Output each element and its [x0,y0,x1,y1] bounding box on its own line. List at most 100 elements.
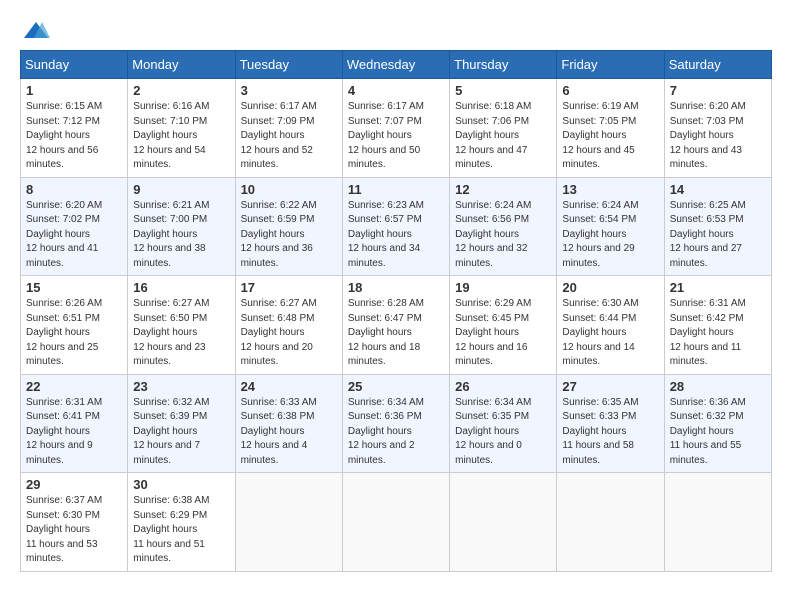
day-number: 20 [562,280,658,295]
calendar-cell: 15 Sunrise: 6:26 AM Sunset: 6:51 PM Dayl… [21,276,128,375]
day-info: Sunrise: 6:26 AM Sunset: 6:51 PM Dayligh… [26,297,122,370]
weekday-header-wednesday: Wednesday [342,51,449,79]
day-info: Sunrise: 6:19 AM Sunset: 7:05 PM Dayligh… [562,100,658,173]
day-info: Sunrise: 6:22 AM Sunset: 6:59 PM Dayligh… [241,199,337,272]
day-info: Sunrise: 6:20 AM Sunset: 7:03 PM Dayligh… [670,100,766,173]
day-info: Sunrise: 6:31 AM Sunset: 6:42 PM Dayligh… [670,297,766,370]
day-number: 3 [241,83,337,98]
day-info: Sunrise: 6:23 AM Sunset: 6:57 PM Dayligh… [348,199,444,272]
calendar-cell: 28 Sunrise: 6:36 AM Sunset: 6:32 PM Dayl… [664,374,771,473]
calendar-cell: 8 Sunrise: 6:20 AM Sunset: 7:02 PM Dayli… [21,177,128,276]
day-number: 6 [562,83,658,98]
calendar-cell: 11 Sunrise: 6:23 AM Sunset: 6:57 PM Dayl… [342,177,449,276]
calendar-cell [557,473,664,572]
calendar-cell: 30 Sunrise: 6:38 AM Sunset: 6:29 PM Dayl… [128,473,235,572]
day-number: 24 [241,379,337,394]
day-number: 2 [133,83,229,98]
day-info: Sunrise: 6:24 AM Sunset: 6:54 PM Dayligh… [562,199,658,272]
logo [20,20,52,40]
calendar-cell: 17 Sunrise: 6:27 AM Sunset: 6:48 PM Dayl… [235,276,342,375]
day-number: 1 [26,83,122,98]
calendar-cell: 12 Sunrise: 6:24 AM Sunset: 6:56 PM Dayl… [450,177,557,276]
day-number: 29 [26,477,122,492]
calendar-cell [450,473,557,572]
day-number: 7 [670,83,766,98]
day-info: Sunrise: 6:27 AM Sunset: 6:50 PM Dayligh… [133,297,229,370]
calendar-cell: 16 Sunrise: 6:27 AM Sunset: 6:50 PM Dayl… [128,276,235,375]
calendar-row: 29 Sunrise: 6:37 AM Sunset: 6:30 PM Dayl… [21,473,772,572]
day-number: 9 [133,182,229,197]
weekday-header-sunday: Sunday [21,51,128,79]
calendar-cell: 18 Sunrise: 6:28 AM Sunset: 6:47 PM Dayl… [342,276,449,375]
calendar-cell: 13 Sunrise: 6:24 AM Sunset: 6:54 PM Dayl… [557,177,664,276]
calendar-cell: 27 Sunrise: 6:35 AM Sunset: 6:33 PM Dayl… [557,374,664,473]
calendar-cell: 3 Sunrise: 6:17 AM Sunset: 7:09 PM Dayli… [235,79,342,178]
day-info: Sunrise: 6:38 AM Sunset: 6:29 PM Dayligh… [133,494,229,567]
weekday-header-tuesday: Tuesday [235,51,342,79]
calendar-cell: 29 Sunrise: 6:37 AM Sunset: 6:30 PM Dayl… [21,473,128,572]
day-number: 14 [670,182,766,197]
day-info: Sunrise: 6:32 AM Sunset: 6:39 PM Dayligh… [133,396,229,469]
day-info: Sunrise: 6:15 AM Sunset: 7:12 PM Dayligh… [26,100,122,173]
day-number: 25 [348,379,444,394]
day-info: Sunrise: 6:30 AM Sunset: 6:44 PM Dayligh… [562,297,658,370]
day-number: 17 [241,280,337,295]
calendar-cell: 1 Sunrise: 6:15 AM Sunset: 7:12 PM Dayli… [21,79,128,178]
day-number: 30 [133,477,229,492]
calendar-cell: 10 Sunrise: 6:22 AM Sunset: 6:59 PM Dayl… [235,177,342,276]
calendar-cell: 23 Sunrise: 6:32 AM Sunset: 6:39 PM Dayl… [128,374,235,473]
day-info: Sunrise: 6:27 AM Sunset: 6:48 PM Dayligh… [241,297,337,370]
calendar-cell: 21 Sunrise: 6:31 AM Sunset: 6:42 PM Dayl… [664,276,771,375]
calendar-row: 22 Sunrise: 6:31 AM Sunset: 6:41 PM Dayl… [21,374,772,473]
weekday-header-thursday: Thursday [450,51,557,79]
day-number: 11 [348,182,444,197]
calendar-cell [235,473,342,572]
calendar-cell: 5 Sunrise: 6:18 AM Sunset: 7:06 PM Dayli… [450,79,557,178]
day-info: Sunrise: 6:28 AM Sunset: 6:47 PM Dayligh… [348,297,444,370]
day-number: 4 [348,83,444,98]
calendar-cell: 4 Sunrise: 6:17 AM Sunset: 7:07 PM Dayli… [342,79,449,178]
day-number: 5 [455,83,551,98]
calendar-cell: 2 Sunrise: 6:16 AM Sunset: 7:10 PM Dayli… [128,79,235,178]
day-info: Sunrise: 6:31 AM Sunset: 6:41 PM Dayligh… [26,396,122,469]
day-info: Sunrise: 6:17 AM Sunset: 7:07 PM Dayligh… [348,100,444,173]
calendar-cell: 19 Sunrise: 6:29 AM Sunset: 6:45 PM Dayl… [450,276,557,375]
day-info: Sunrise: 6:29 AM Sunset: 6:45 PM Dayligh… [455,297,551,370]
day-number: 12 [455,182,551,197]
weekday-header-monday: Monday [128,51,235,79]
calendar-cell: 14 Sunrise: 6:25 AM Sunset: 6:53 PM Dayl… [664,177,771,276]
calendar-cell: 22 Sunrise: 6:31 AM Sunset: 6:41 PM Dayl… [21,374,128,473]
calendar-cell: 9 Sunrise: 6:21 AM Sunset: 7:00 PM Dayli… [128,177,235,276]
day-number: 18 [348,280,444,295]
calendar-cell: 24 Sunrise: 6:33 AM Sunset: 6:38 PM Dayl… [235,374,342,473]
day-number: 10 [241,182,337,197]
day-info: Sunrise: 6:21 AM Sunset: 7:00 PM Dayligh… [133,199,229,272]
day-info: Sunrise: 6:35 AM Sunset: 6:33 PM Dayligh… [562,396,658,469]
calendar-cell: 25 Sunrise: 6:34 AM Sunset: 6:36 PM Dayl… [342,374,449,473]
day-info: Sunrise: 6:20 AM Sunset: 7:02 PM Dayligh… [26,199,122,272]
day-info: Sunrise: 6:25 AM Sunset: 6:53 PM Dayligh… [670,199,766,272]
day-number: 22 [26,379,122,394]
day-number: 21 [670,280,766,295]
day-number: 13 [562,182,658,197]
weekday-header-saturday: Saturday [664,51,771,79]
day-number: 19 [455,280,551,295]
day-number: 15 [26,280,122,295]
calendar-row: 1 Sunrise: 6:15 AM Sunset: 7:12 PM Dayli… [21,79,772,178]
day-info: Sunrise: 6:17 AM Sunset: 7:09 PM Dayligh… [241,100,337,173]
day-info: Sunrise: 6:18 AM Sunset: 7:06 PM Dayligh… [455,100,551,173]
day-number: 23 [133,379,229,394]
day-number: 16 [133,280,229,295]
calendar-row: 8 Sunrise: 6:20 AM Sunset: 7:02 PM Dayli… [21,177,772,276]
day-info: Sunrise: 6:24 AM Sunset: 6:56 PM Dayligh… [455,199,551,272]
day-info: Sunrise: 6:37 AM Sunset: 6:30 PM Dayligh… [26,494,122,567]
calendar-cell: 26 Sunrise: 6:34 AM Sunset: 6:35 PM Dayl… [450,374,557,473]
calendar-cell: 7 Sunrise: 6:20 AM Sunset: 7:03 PM Dayli… [664,79,771,178]
day-number: 27 [562,379,658,394]
logo-icon [22,20,50,40]
calendar-row: 15 Sunrise: 6:26 AM Sunset: 6:51 PM Dayl… [21,276,772,375]
day-info: Sunrise: 6:34 AM Sunset: 6:35 PM Dayligh… [455,396,551,469]
calendar-cell: 6 Sunrise: 6:19 AM Sunset: 7:05 PM Dayli… [557,79,664,178]
day-number: 26 [455,379,551,394]
calendar-cell [664,473,771,572]
